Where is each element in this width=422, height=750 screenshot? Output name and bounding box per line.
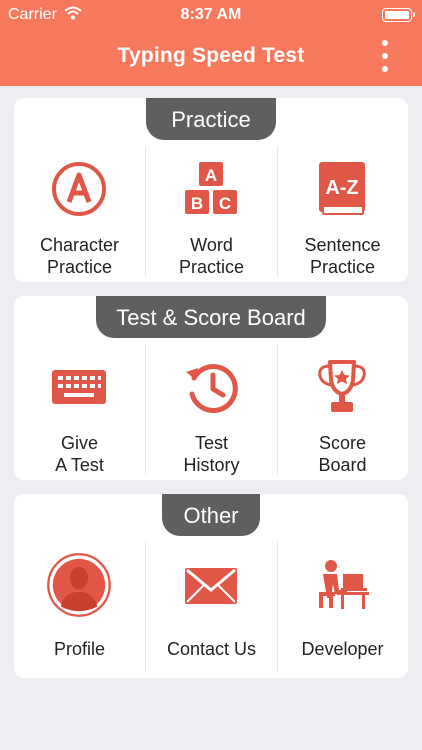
more-options-icon[interactable] bbox=[382, 40, 390, 76]
test-score-section-card: Test & Score Board Give A Test Test Hist… bbox=[14, 296, 408, 480]
score-board-button[interactable]: Score Board bbox=[277, 344, 408, 475]
app-title: Typing Speed Test bbox=[117, 44, 305, 67]
score-board-label: Score Board bbox=[318, 433, 367, 475]
sentence-practice-button[interactable]: A-Z Sentence Practice bbox=[277, 146, 408, 277]
contact-us-label: Contact Us bbox=[166, 639, 257, 659]
developer-button[interactable]: Developer bbox=[277, 542, 408, 672]
word-practice-button[interactable]: A B C Word Practice bbox=[145, 146, 278, 277]
character-practice-button[interactable]: Character Practice bbox=[14, 146, 145, 277]
section-title-test-score: Test & Score Board bbox=[96, 296, 326, 338]
developer-label: Developer bbox=[301, 639, 384, 659]
svg-text:A: A bbox=[205, 166, 217, 185]
status-bar: Carrier 8:37 AM bbox=[0, 0, 422, 30]
letter-a-icon bbox=[52, 162, 106, 216]
contact-us-button[interactable]: Contact Us bbox=[145, 542, 278, 672]
practice-section-card: Practice Character Practice A B C Word P… bbox=[14, 98, 408, 282]
give-a-test-button[interactable]: Give A Test bbox=[14, 344, 145, 475]
battery-icon bbox=[382, 8, 415, 22]
other-section-card: Other Profile Contact Us Developer bbox=[14, 494, 408, 678]
svg-text:C: C bbox=[219, 194, 231, 213]
give-a-test-label: Give A Test bbox=[55, 433, 104, 475]
trophy-icon bbox=[318, 360, 366, 412]
svg-text:B: B bbox=[191, 194, 203, 213]
profile-button[interactable]: Profile bbox=[14, 542, 145, 672]
character-practice-label: Character Practice bbox=[39, 235, 120, 277]
top-app-bar: Carrier 8:37 AM Typing Speed Test bbox=[0, 0, 422, 86]
sentence-practice-label: Sentence Practice bbox=[304, 235, 381, 277]
profile-avatar-icon bbox=[47, 553, 111, 617]
abc-blocks-icon: A B C bbox=[185, 162, 237, 214]
test-history-button[interactable]: Test History bbox=[145, 344, 278, 475]
section-title-other: Other bbox=[162, 494, 260, 536]
keyboard-icon bbox=[52, 370, 106, 404]
envelope-icon bbox=[185, 568, 237, 604]
svg-text:A-Z: A-Z bbox=[325, 177, 358, 199]
developer-at-desk-icon bbox=[319, 560, 369, 609]
profile-label: Profile bbox=[53, 639, 106, 659]
test-history-label: Test History bbox=[183, 433, 240, 475]
a-z-book-icon: A-Z bbox=[319, 162, 365, 215]
clock: 8:37 AM bbox=[180, 6, 242, 23]
word-practice-label: Word Practice bbox=[178, 235, 245, 277]
history-icon bbox=[186, 364, 238, 413]
section-title-practice: Practice bbox=[146, 98, 276, 140]
